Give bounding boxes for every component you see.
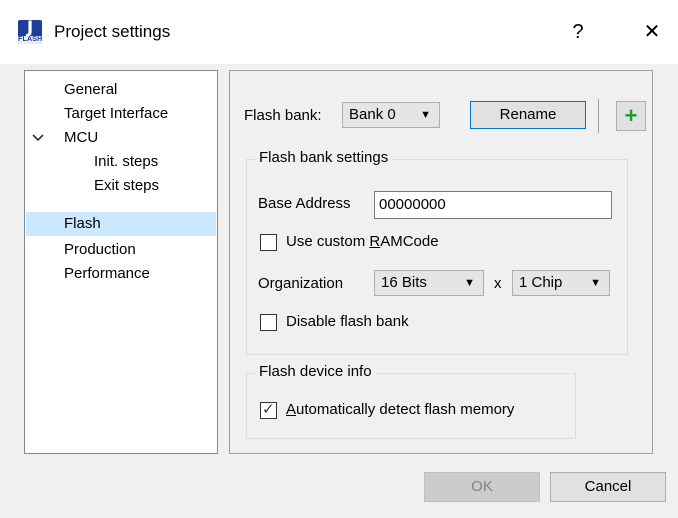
tree-item-label: MCU: [64, 129, 99, 146]
tree-item-general[interactable]: General: [26, 78, 216, 102]
auto-detect-flash-label[interactable]: Automatically detect flash memory: [286, 401, 514, 418]
title-bar: J FLASH Project settings ? ✕: [0, 0, 678, 64]
accelerator-key: A: [286, 401, 297, 418]
toolbar-separator: [598, 99, 599, 133]
label-part: Use custom: [286, 233, 370, 250]
base-address-input[interactable]: 00000000: [374, 191, 612, 219]
times-label: x: [494, 275, 502, 292]
window-title: Project settings: [54, 22, 171, 41]
ok-button[interactable]: OK: [424, 472, 540, 502]
tree-item-label: Production: [64, 241, 136, 258]
disable-flash-bank-checkbox[interactable]: [260, 314, 277, 331]
app-icon-band: FLASH: [18, 36, 42, 44]
use-custom-ramcode-label[interactable]: Use custom RAMCode: [286, 233, 439, 250]
tree-item-mcu[interactable]: MCU: [26, 126, 216, 150]
tree-item-production[interactable]: Production: [26, 238, 216, 262]
j-flash-app-icon: J FLASH: [18, 20, 42, 44]
tree-item-label: General: [64, 81, 118, 98]
plus-icon: +: [624, 103, 638, 128]
settings-tree[interactable]: General Target Interface MCU Init. steps…: [24, 70, 218, 454]
organization-label: Organization: [258, 275, 344, 292]
use-custom-ramcode-checkbox[interactable]: [260, 234, 277, 251]
dropdown-arrow-icon: ▼: [590, 277, 601, 289]
group-title: Flash bank settings: [255, 149, 393, 166]
group-title: Flash device info: [255, 363, 376, 380]
help-icon: ?: [572, 21, 584, 43]
rename-button[interactable]: Rename: [470, 101, 586, 129]
tree-item-label: Exit steps: [94, 177, 160, 194]
accelerator-key: R: [369, 233, 381, 250]
close-icon: ✕: [643, 21, 661, 43]
tree-item-label: Target Interface: [64, 105, 169, 122]
label-part: AMCode: [380, 233, 439, 250]
tree-item-flash[interactable]: Flash: [26, 212, 216, 236]
add-bank-button[interactable]: +: [616, 101, 646, 131]
dropdown-arrow-icon: ▼: [420, 109, 431, 121]
auto-detect-flash-checkbox[interactable]: ✓: [260, 401, 277, 419]
tree-item-performance[interactable]: Performance: [26, 262, 216, 286]
organization-bits-value: 16 Bits: [381, 274, 427, 291]
tree-item-label: Init. steps: [94, 153, 159, 170]
organization-bits-dropdown[interactable]: 16 Bits ▼: [374, 270, 484, 296]
cancel-button[interactable]: Cancel: [550, 472, 666, 502]
tree-item-target-interface[interactable]: Target Interface: [26, 102, 216, 126]
flash-bank-label: Flash bank:: [244, 107, 322, 124]
disable-flash-bank-label[interactable]: Disable flash bank: [286, 313, 409, 330]
tree-item-label: Flash: [64, 215, 101, 232]
tree-item-init-steps[interactable]: Init. steps: [26, 150, 216, 174]
base-address-label: Base Address: [258, 195, 351, 212]
label-part: utomatically detect flash memory: [296, 401, 515, 418]
organization-chips-dropdown[interactable]: 1 Chip ▼: [512, 270, 610, 296]
tree-item-label: Performance: [64, 265, 150, 282]
help-button[interactable]: ?: [556, 14, 600, 50]
flash-settings-panel: Flash bank: Bank 0 ▼ Rename + Flash bank…: [229, 70, 653, 454]
checkmark-icon: ✓: [262, 401, 275, 418]
flash-bank-value: Bank 0: [349, 106, 396, 123]
flash-bank-dropdown[interactable]: Bank 0 ▼: [342, 102, 440, 128]
dropdown-arrow-icon: ▼: [464, 277, 475, 289]
close-button[interactable]: ✕: [630, 14, 674, 50]
organization-chips-value: 1 Chip: [519, 274, 563, 291]
tree-item-exit-steps[interactable]: Exit steps: [26, 174, 216, 198]
